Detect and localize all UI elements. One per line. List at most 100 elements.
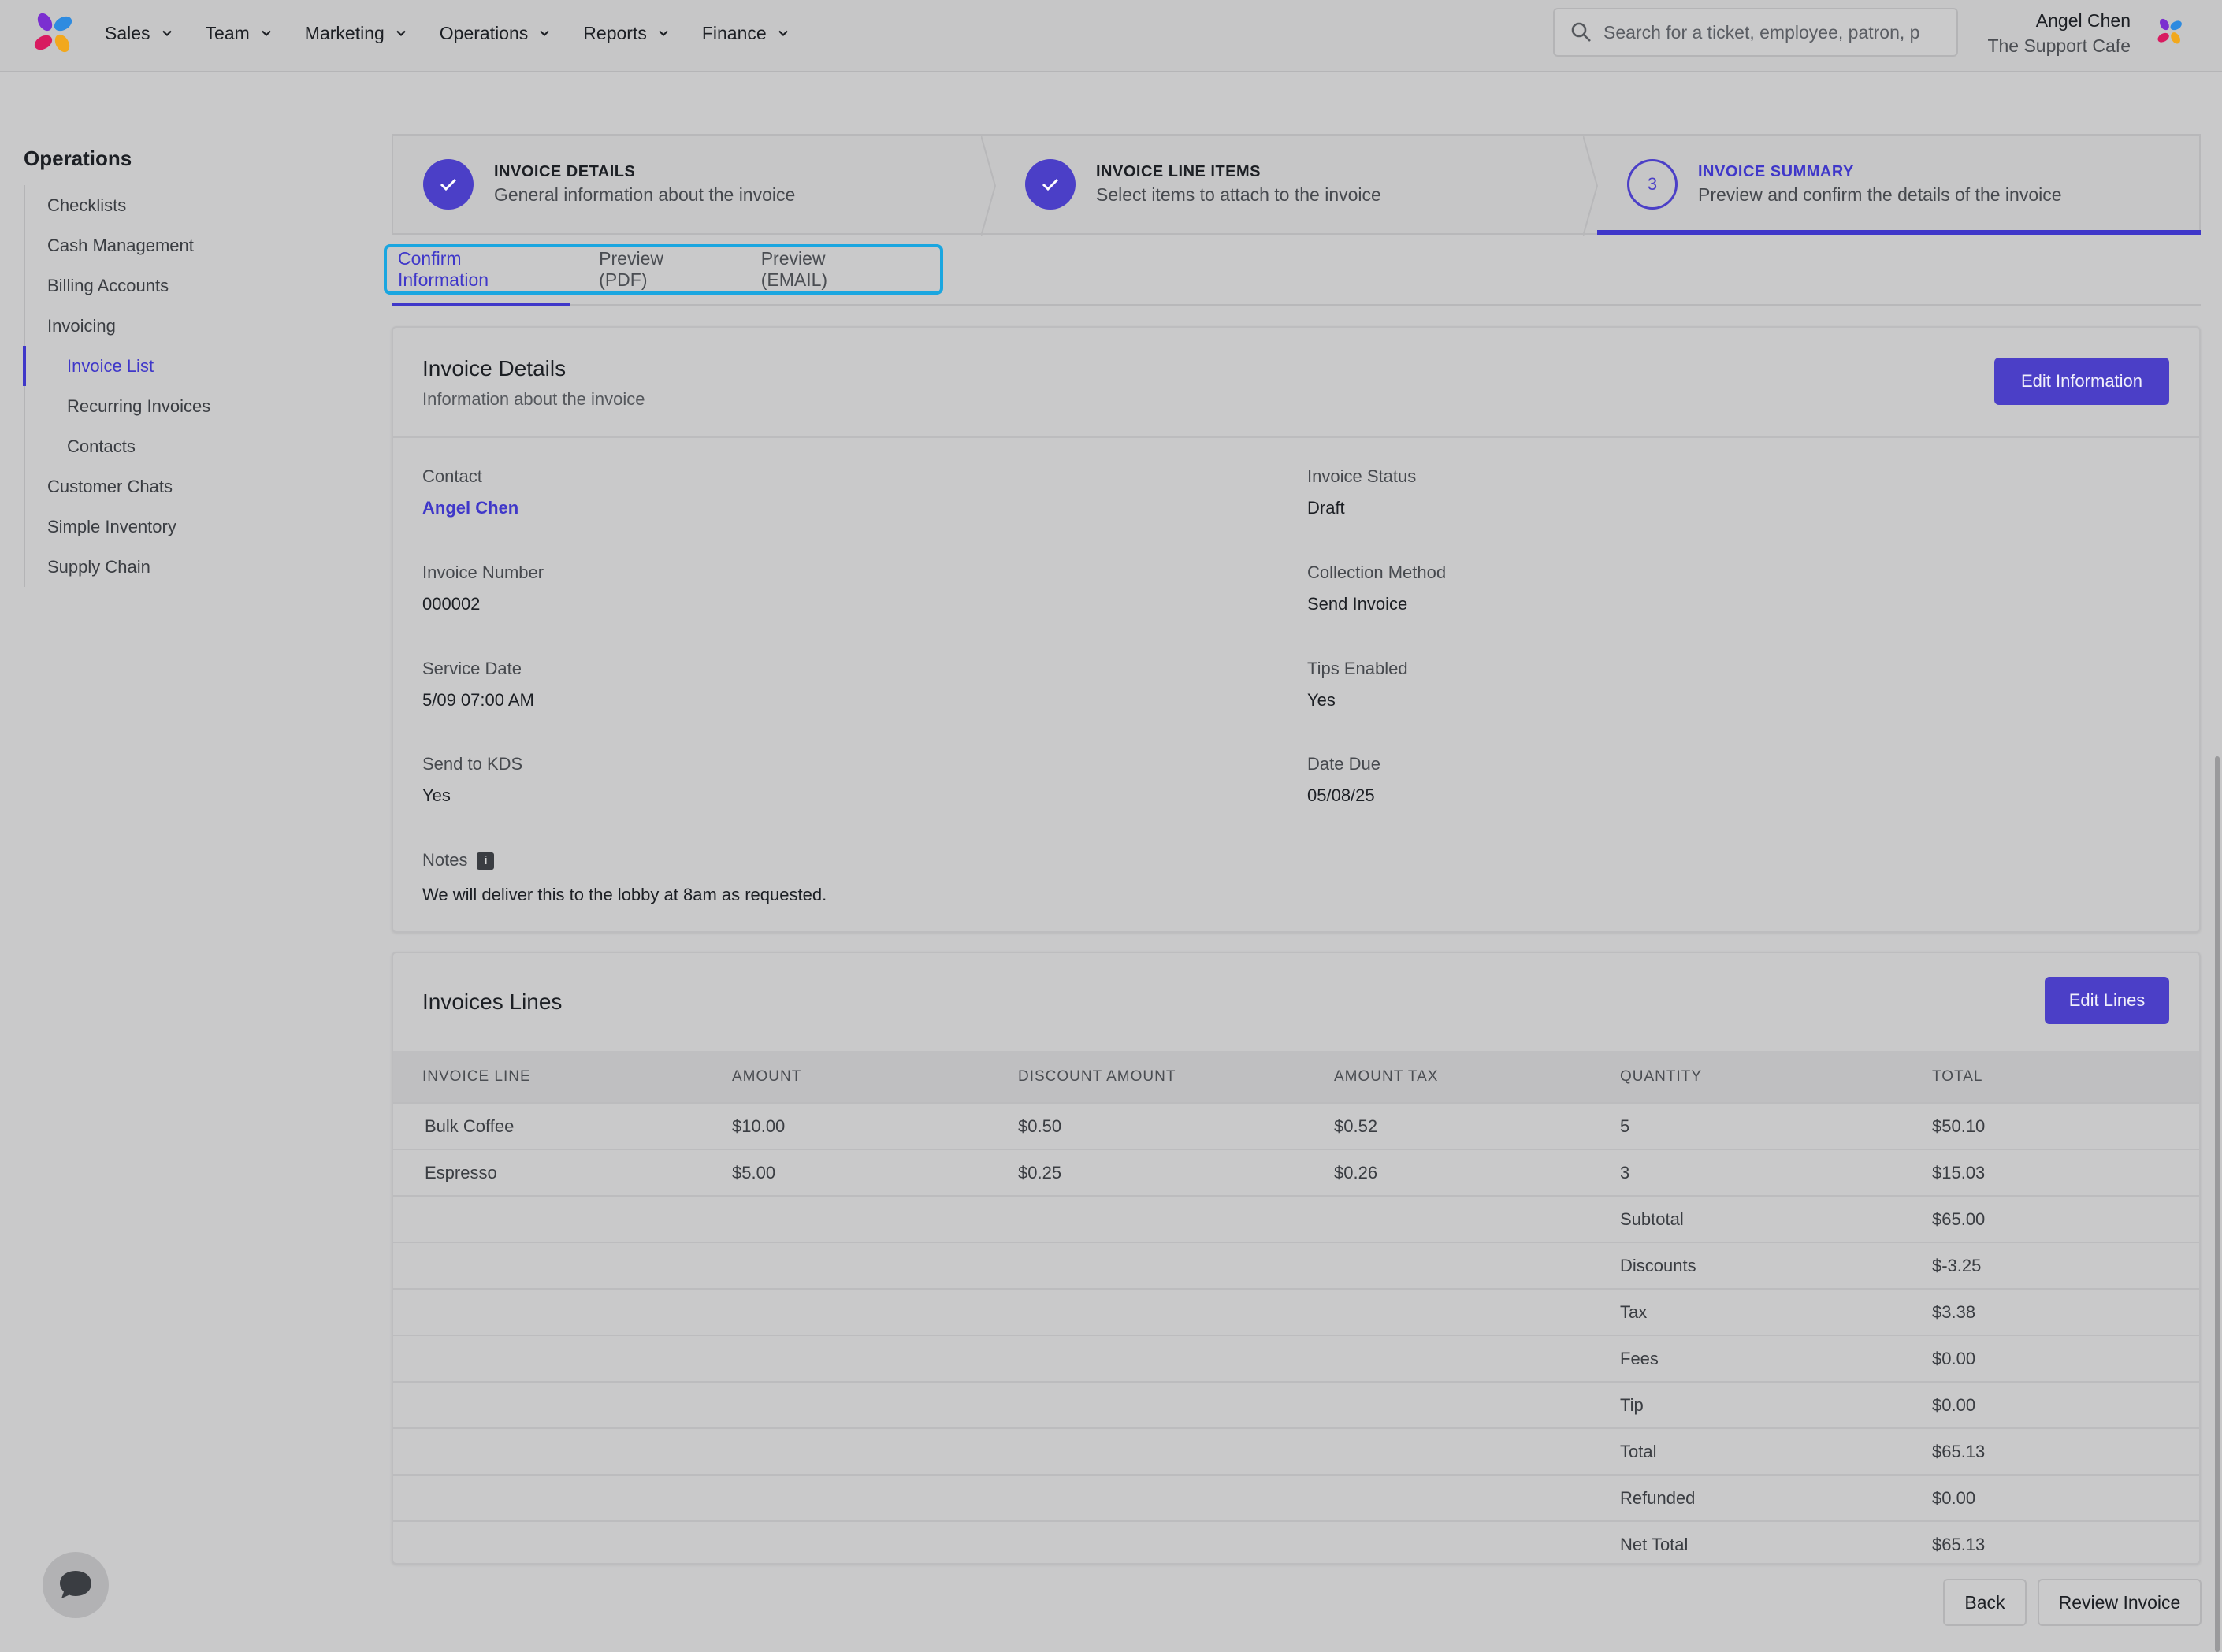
nav-label: Operations — [439, 22, 529, 43]
nav-reports[interactable]: Reports — [583, 23, 669, 44]
nav-operations[interactable]: Operations — [440, 23, 551, 44]
summary-row-discounts: Discounts $-3.25 — [393, 1242, 2199, 1289]
step-invoice-details[interactable]: INVOICE DETAILS General information abou… — [393, 136, 997, 236]
summary-row-tax: Tax $3.38 — [393, 1288, 2199, 1335]
search-input[interactable] — [1603, 21, 1942, 43]
amount-cell: $10.00 — [732, 1102, 1018, 1149]
global-search — [1553, 8, 1958, 57]
table-row: Espresso $5.00 $0.25 $0.26 3 $15.03 — [393, 1149, 2199, 1196]
nav-marketing[interactable]: Marketing — [305, 23, 407, 44]
date-due-field: Date Due 05/08/25 — [1307, 754, 1380, 806]
sidebar: Operations Checklists Cash Management Bi… — [23, 147, 339, 587]
line-name-cell: Bulk Coffee — [393, 1102, 732, 1149]
summary-row-refunded: Refunded $0.00 — [393, 1474, 2199, 1521]
invoice-lines-card: Invoices Lines Edit Lines INVOICE LINE A… — [392, 952, 2201, 1568]
sidebar-item-customer-chats[interactable]: Customer Chats — [25, 466, 339, 507]
card-header: Invoices Lines Edit Lines — [393, 953, 2199, 1051]
nav-team[interactable]: Team — [206, 23, 272, 44]
sidebar-item-cash-management[interactable]: Cash Management — [25, 225, 339, 265]
nav-label: Marketing — [304, 22, 385, 43]
page-scrollbar[interactable] — [2215, 756, 2220, 1652]
field-value: 000002 — [422, 594, 481, 614]
discount-cell: $0.50 — [1018, 1102, 1334, 1149]
column-header: QUANTITY — [1620, 1067, 1703, 1085]
summary-value: $65.13 — [1932, 1427, 2199, 1475]
field-label: Invoice Status — [1307, 466, 1417, 486]
invoice-stepper: INVOICE DETAILS General information abou… — [392, 134, 2201, 236]
search-icon — [1571, 22, 1591, 42]
field-value: 05/08/25 — [1307, 785, 1375, 805]
step-invoice-line-items[interactable]: INVOICE LINE ITEMS Select items to attac… — [995, 136, 1599, 236]
sidebar-title: Operations — [24, 147, 132, 170]
amount-cell: $5.00 — [732, 1149, 1018, 1196]
step-invoice-summary[interactable]: 3 INVOICE SUMMARY Preview and confirm th… — [1597, 136, 2201, 235]
nav-sales[interactable]: Sales — [105, 23, 173, 44]
chat-launcher-button[interactable] — [43, 1552, 109, 1618]
sidebar-item-contacts[interactable]: Contacts — [25, 426, 339, 466]
chevron-down-icon — [262, 30, 271, 37]
summary-label: Tip — [1620, 1381, 1932, 1428]
field-label: Service Date — [422, 659, 522, 678]
back-button[interactable]: Back — [1943, 1579, 2027, 1626]
tab-group: Confirm Information Preview (PDF) Previe… — [384, 244, 943, 295]
column-header: INVOICE LINE — [422, 1067, 531, 1085]
tab-preview-pdf[interactable]: Preview (PDF) — [599, 248, 711, 291]
quantity-cell: 5 — [1620, 1102, 1932, 1149]
send-to-kds-field: Send to KDS Yes — [422, 754, 522, 806]
summary-label: Subtotal — [1620, 1195, 1932, 1242]
field-label: Date Due — [1307, 754, 1380, 774]
nav-finance[interactable]: Finance — [702, 23, 789, 44]
notes-field: Notes i We will deliver this to the lobby… — [422, 850, 827, 905]
user-organization: The Support Cafe — [1987, 35, 2131, 56]
sidebar-item-checklists[interactable]: Checklists — [25, 185, 339, 225]
summary-label: Fees — [1620, 1335, 1932, 1382]
collection-method-field: Collection Method Send Invoice — [1307, 562, 1446, 614]
tab-confirm-information[interactable]: Confirm Information — [398, 248, 548, 291]
summary-value: $0.00 — [1932, 1474, 2199, 1521]
table-row: Bulk Coffee $10.00 $0.50 $0.52 5 $50.10 — [393, 1102, 2199, 1149]
review-invoice-button[interactable]: Review Invoice — [2038, 1579, 2202, 1626]
sidebar-item-billing-accounts[interactable]: Billing Accounts — [25, 265, 339, 306]
summary-value: $-3.25 — [1932, 1242, 2199, 1289]
nav-label: Team — [205, 22, 250, 43]
invoice-details-card: Invoice Details Information about the in… — [392, 326, 2201, 933]
top-navigation: Sales Team Marketing Operations Reports … — [0, 0, 2222, 72]
edit-information-button[interactable]: Edit Information — [1994, 358, 2169, 405]
check-icon — [1042, 178, 1059, 191]
organization-logo-icon[interactable] — [2156, 17, 2184, 46]
summary-value: $3.38 — [1932, 1288, 2199, 1335]
field-label: Contact — [422, 466, 482, 486]
check-icon — [440, 178, 457, 191]
total-cell: $50.10 — [1932, 1102, 2199, 1149]
sidebar-item-invoice-list[interactable]: Invoice List — [23, 346, 339, 386]
summary-row-fees: Fees $0.00 — [393, 1335, 2199, 1382]
column-header: AMOUNT — [732, 1067, 802, 1085]
sidebar-item-supply-chain[interactable]: Supply Chain — [25, 547, 339, 587]
tax-cell: $0.52 — [1334, 1102, 1620, 1149]
field-value: 5/09 07:00 AM — [422, 690, 534, 710]
sidebar-item-recurring-invoices[interactable]: Recurring Invoices — [25, 386, 339, 426]
edit-lines-button[interactable]: Edit Lines — [2045, 977, 2169, 1024]
nav-label: Finance — [701, 22, 767, 43]
step-separator-icon — [981, 136, 997, 236]
sidebar-item-simple-inventory[interactable]: Simple Inventory — [25, 507, 339, 547]
field-label: Invoice Number — [422, 562, 544, 582]
field-label: Send to KDS — [422, 754, 523, 774]
discount-cell: $0.25 — [1018, 1149, 1334, 1196]
contact-link[interactable]: Angel Chen — [422, 498, 518, 518]
nav-label: Reports — [583, 22, 647, 43]
user-menu[interactable]: Angel Chen The Support Cafe — [1987, 8, 2131, 58]
summary-label: Discounts — [1620, 1242, 1932, 1289]
info-icon[interactable]: i — [477, 852, 495, 871]
summary-label: Tax — [1620, 1288, 1932, 1335]
tab-preview-email[interactable]: Preview (EMAIL) — [761, 248, 890, 291]
field-value: Send Invoice — [1307, 594, 1408, 614]
invoice-status-field: Invoice Status Draft — [1307, 466, 1416, 518]
summary-value: $0.00 — [1932, 1335, 2199, 1382]
field-label: Tips Enabled — [1307, 659, 1408, 678]
app-logo-icon[interactable] — [32, 11, 76, 55]
service-date-field: Service Date 5/09 07:00 AM — [422, 659, 534, 711]
step-complete-badge — [1025, 159, 1076, 210]
card-subtitle: Information about the invoice — [422, 389, 645, 409]
sidebar-item-invoicing[interactable]: Invoicing — [25, 306, 339, 346]
